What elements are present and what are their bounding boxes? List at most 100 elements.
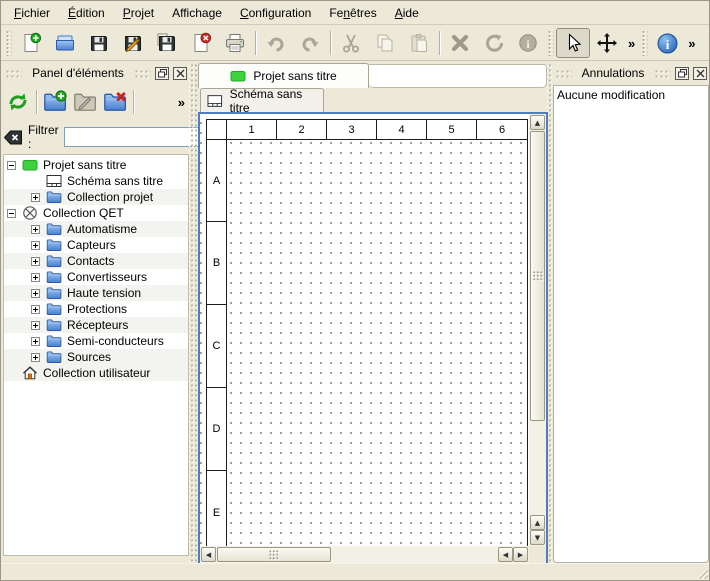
menu-fichier[interactable]: Fichier (5, 2, 59, 24)
toolbar-drag-handle[interactable] (547, 30, 554, 56)
scroll-up-button-bottom[interactable] (530, 515, 545, 530)
reload-collections-icon (6, 90, 30, 114)
horizontal-scrollbar-thumb[interactable] (217, 547, 331, 562)
tree-item-schema-sans-titre[interactable]: Schéma sans titre (4, 173, 188, 189)
tree-item-collection-projet[interactable]: Collection projet (4, 189, 188, 205)
tree-item-sources[interactable]: Sources (4, 349, 188, 365)
tree-item-protections[interactable]: Protections (4, 301, 188, 317)
toolbar-drag-handle[interactable] (641, 30, 648, 56)
folder-icon (45, 301, 62, 317)
open-project-button[interactable] (48, 28, 82, 58)
menu-fenetres[interactable]: Fenêtres (320, 2, 385, 24)
scroll-up-button[interactable] (530, 115, 545, 130)
reload-collections-button[interactable] (3, 87, 33, 117)
new-document-button[interactable] (14, 28, 48, 58)
undo-history-list[interactable]: Aucune modification (553, 85, 709, 563)
tree-item-capteurs[interactable]: Capteurs (4, 237, 188, 253)
edit-category-button[interactable] (70, 87, 100, 117)
menu-configuration[interactable]: Configuration (231, 2, 320, 24)
tree-item-collection-utilisateur[interactable]: Collection utilisateur (4, 365, 188, 381)
schema-tab[interactable]: Schéma sans titre (200, 88, 324, 112)
titlebar-texture (654, 69, 671, 78)
vertical-scrollbar[interactable] (529, 114, 546, 546)
delete-button[interactable] (443, 28, 477, 58)
vertical-scrollbar-thumb[interactable] (530, 131, 545, 421)
expand-expander[interactable] (31, 241, 40, 250)
expand-expander[interactable] (31, 225, 40, 234)
expand-expander[interactable] (31, 289, 40, 298)
about-info-button[interactable]: i (650, 28, 684, 58)
save-as-button[interactable] (116, 28, 150, 58)
tree-item-recepteurs[interactable]: Récepteurs (4, 317, 188, 333)
tree-item-contacts[interactable]: Contacts (4, 253, 188, 269)
expand-expander[interactable] (31, 193, 40, 202)
print-button[interactable] (218, 28, 252, 58)
open-project-icon (54, 32, 76, 54)
copy-button[interactable] (368, 28, 402, 58)
undo-panel-titlebar[interactable]: Annulations (553, 63, 709, 83)
redo-button[interactable] (293, 28, 327, 58)
horizontal-scrollbar[interactable] (200, 546, 529, 563)
scroll-left-button[interactable] (201, 547, 216, 562)
tree-item-semi-conducteurs[interactable]: Semi-conducteurs (4, 333, 188, 349)
scroll-left-button-right[interactable] (498, 547, 513, 562)
float-panel-button[interactable] (675, 67, 689, 80)
schema-viewport: 1 2 3 4 5 6 A B C D E (198, 112, 548, 565)
tree-item-automatisme[interactable]: Automatisme (4, 221, 188, 237)
expand-expander[interactable] (31, 353, 40, 362)
save-button[interactable] (82, 28, 116, 58)
new-category-button[interactable] (40, 87, 70, 117)
panel-toolbar-overflow-button[interactable]: » (174, 95, 189, 110)
cut-button[interactable] (334, 28, 368, 58)
undo-panel-title: Annulations (576, 66, 651, 80)
toolbar-overflow-button[interactable]: » (684, 36, 699, 51)
expand-expander[interactable] (31, 257, 40, 266)
menu-projet[interactable]: Projet (114, 2, 163, 24)
select-tool-button[interactable] (556, 28, 590, 58)
print-icon (224, 32, 246, 54)
svg-text:i: i (665, 37, 669, 52)
expand-expander[interactable] (31, 305, 40, 314)
frame-corner-cell (207, 120, 227, 140)
close-panel-button[interactable] (693, 67, 707, 80)
left-splitter[interactable] (189, 63, 197, 562)
schema-frame: 1 2 3 4 5 6 A B C D E (206, 119, 528, 546)
project-tab[interactable]: Projet sans titre (198, 63, 369, 88)
tree-item-projet-sans-titre[interactable]: Projet sans titre (4, 157, 188, 173)
tree-item-collection-qet[interactable]: Collection QET (4, 205, 188, 221)
toolbar-separator (36, 90, 37, 114)
toolbar-drag-handle[interactable] (5, 30, 12, 56)
delete-category-button[interactable] (100, 87, 130, 117)
tree-item-convertisseurs[interactable]: Convertisseurs (4, 269, 188, 285)
rotate-button[interactable] (477, 28, 511, 58)
collapse-expander[interactable] (7, 161, 16, 170)
expand-expander[interactable] (31, 321, 40, 330)
save-all-button[interactable] (150, 28, 184, 58)
scroll-right-button[interactable] (513, 547, 528, 562)
scroll-down-button[interactable] (530, 530, 545, 545)
filter-label: Filtrer : (28, 123, 59, 151)
expand-expander[interactable] (31, 273, 40, 282)
collapse-expander[interactable] (7, 209, 16, 218)
undo-button[interactable] (259, 28, 293, 58)
element-info-icon: i (517, 32, 539, 54)
menu-aide[interactable]: Aide (386, 2, 428, 24)
toolbar-overflow-button[interactable]: » (624, 36, 639, 51)
close-panel-button[interactable] (173, 67, 187, 80)
close-file-button[interactable] (184, 28, 218, 58)
resize-grip[interactable] (694, 565, 708, 579)
tree-item-haute-tension[interactable]: Haute tension (4, 285, 188, 301)
expand-expander[interactable] (31, 337, 40, 346)
element-info-button[interactable]: i (511, 28, 545, 58)
undo-list-item[interactable]: Aucune modification (554, 86, 708, 103)
paste-button[interactable] (402, 28, 436, 58)
menu-bar: Fichier Édition Projet Affichage Configu… (1, 1, 709, 25)
float-panel-button[interactable] (155, 67, 169, 80)
menu-affichage[interactable]: Affichage (163, 2, 231, 24)
move-tool-button[interactable] (590, 28, 624, 58)
menu-edition[interactable]: Édition (59, 2, 114, 24)
float-icon (678, 69, 687, 78)
schema-canvas[interactable]: 1 2 3 4 5 6 A B C D E (200, 114, 529, 546)
elements-panel-titlebar[interactable]: Panel d'éléments (3, 63, 189, 83)
clear-filter-button[interactable] (3, 128, 23, 146)
